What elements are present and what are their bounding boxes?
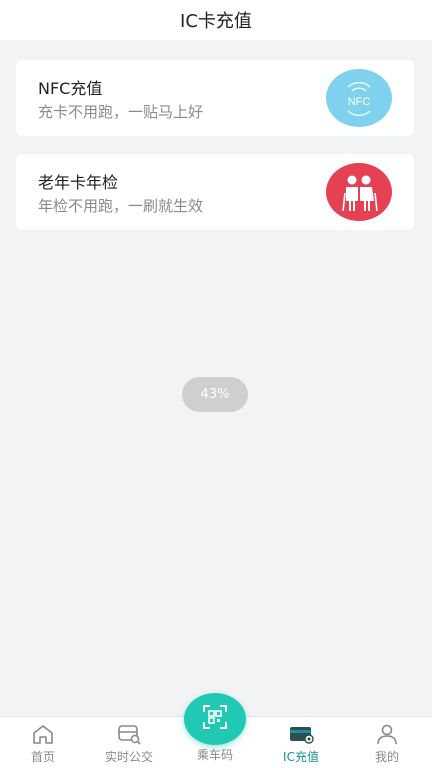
- card-title: 老年卡年检: [38, 173, 119, 192]
- tab-realtime-bus[interactable]: 实时公交: [86, 717, 172, 768]
- ride-code-button[interactable]: [184, 693, 246, 745]
- loading-percent: 43%: [200, 387, 230, 402]
- tab-ic-recharge[interactable]: IC充值: [258, 717, 344, 768]
- tab-label: 实时公交: [104, 750, 153, 764]
- page-header: IC卡充值: [0, 0, 432, 40]
- tab-mine[interactable]: 我的: [344, 717, 430, 768]
- nfc-badge-text: NFC: [348, 96, 371, 108]
- tab-label: IC充值: [283, 750, 319, 764]
- card-subtitle: 充卡不用跑，一贴马上好: [38, 103, 204, 121]
- qr-code-icon: [201, 703, 229, 735]
- card-icon: [287, 722, 315, 746]
- tab-home[interactable]: 首页: [0, 717, 86, 768]
- tab-label: 我的: [374, 750, 399, 764]
- page-title: IC卡充值: [180, 11, 252, 32]
- nfc-recharge-card[interactable]: NFC充值 充卡不用跑，一贴马上好 NFC: [16, 60, 414, 136]
- card-title: NFC充值: [38, 79, 103, 98]
- card-subtitle: 年检不用跑，一刷就生效: [38, 197, 204, 215]
- bus-search-icon: [115, 722, 143, 746]
- elderly-couple-icon: [326, 163, 392, 221]
- tab-label: 首页: [30, 750, 55, 764]
- ride-code-label: 乘车码: [196, 748, 233, 762]
- loading-progress-toast: 43%: [182, 377, 248, 412]
- nfc-icon: NFC: [326, 69, 392, 127]
- user-icon: [373, 722, 401, 746]
- elderly-card-annual-check-card[interactable]: 老年卡年检 年检不用跑，一刷就生效: [16, 154, 414, 230]
- home-icon: [29, 722, 57, 746]
